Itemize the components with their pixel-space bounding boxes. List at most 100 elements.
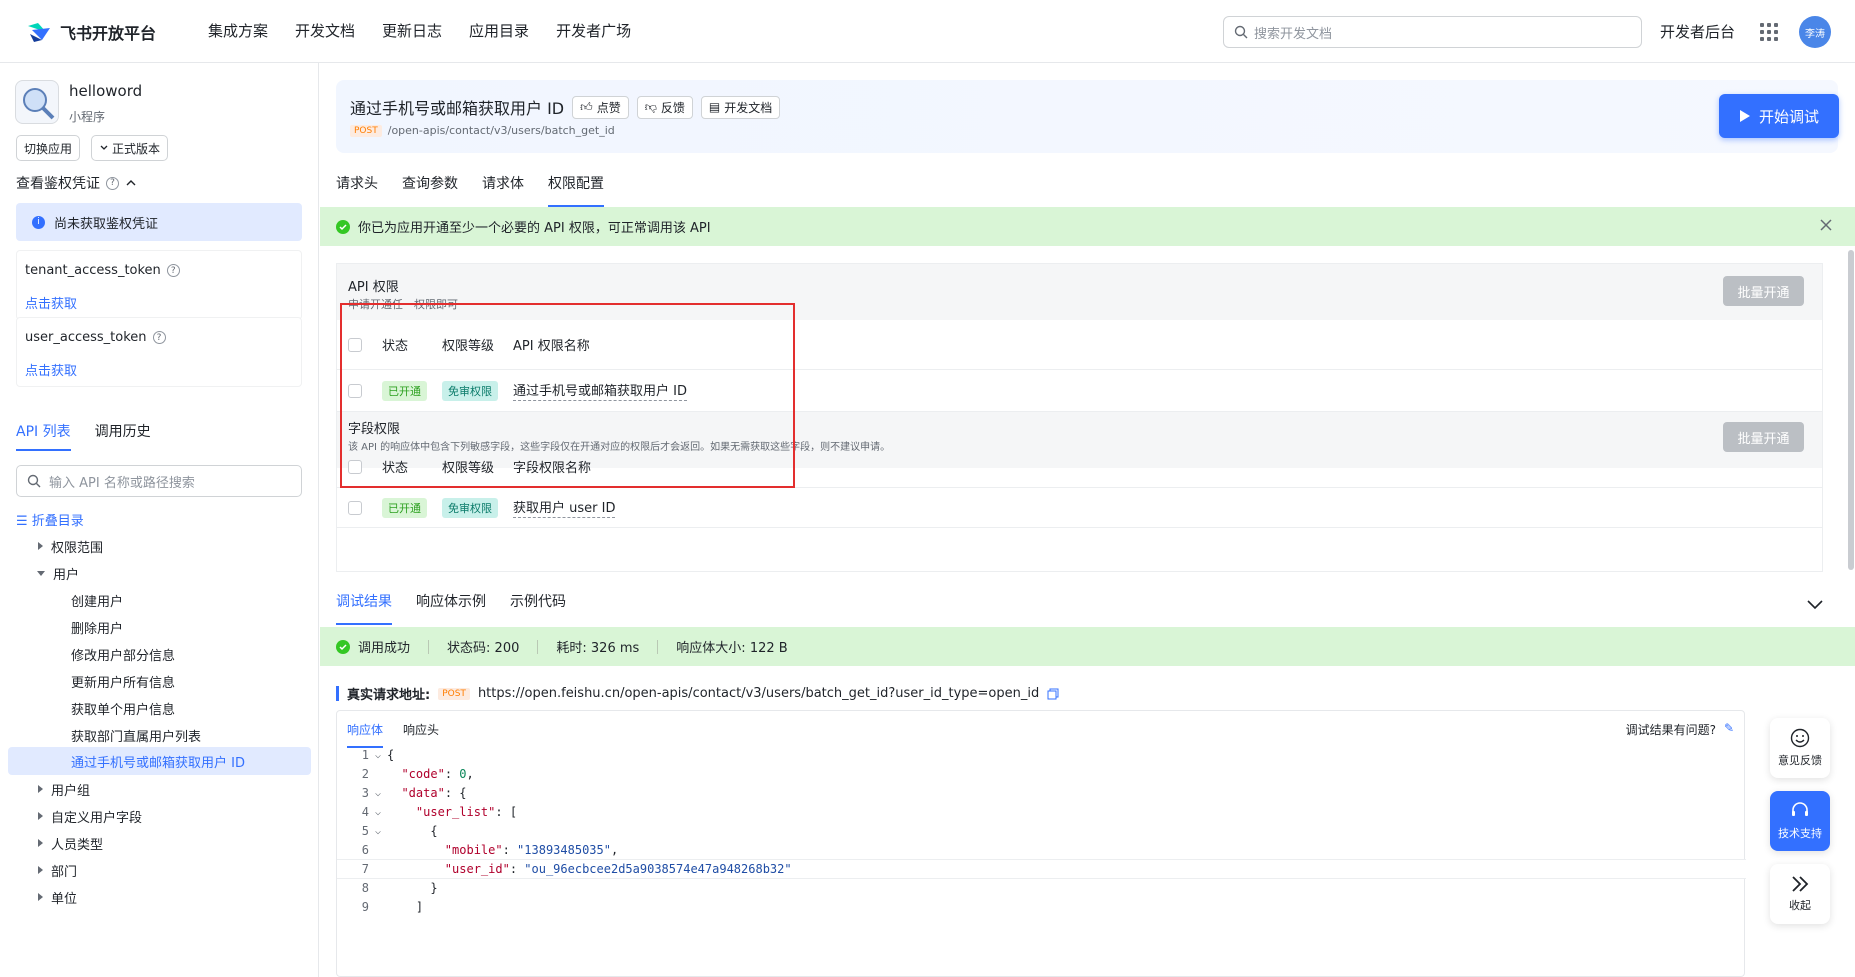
permission-success-text: 你已为应用开通至少一个必要的 API 权限，可正常调用该 API [358, 221, 711, 236]
tree-item-department[interactable]: 部门 [38, 856, 77, 884]
table-row: 已开通 免审权限 获取用户 user ID [337, 488, 1822, 528]
brand-logo[interactable]: 飞书开放平台 [26, 18, 156, 46]
tab-sample-code[interactable]: 示例代码 [510, 591, 566, 625]
tab-query[interactable]: 查询参数 [402, 173, 458, 208]
app-icon [15, 80, 59, 124]
caret-right-icon [38, 839, 43, 847]
doc-search-input[interactable]: 搜索开发文档 [1223, 16, 1642, 48]
feedback-float-button[interactable]: 意见反馈 [1770, 718, 1830, 778]
tenant-token-fetch-link[interactable]: 点击获取 [25, 293, 77, 312]
tab-api-list[interactable]: API 列表 [16, 421, 71, 451]
headset-icon [1792, 802, 1808, 816]
code-line: 7 "user_id": "ou_96ecbcee2d5a9038574e47a… [337, 859, 1746, 879]
like-button[interactable]: 👍︎ 点赞 [572, 95, 629, 119]
nav-docs[interactable]: 开发文档 [295, 20, 355, 41]
tree-item-patch-user[interactable]: 修改用户部分信息 [71, 640, 175, 668]
app-grid-icon[interactable] [1760, 23, 1778, 41]
help-icon[interactable]: ? [166, 264, 180, 277]
size-value: 122 B [749, 641, 788, 656]
tree-item-unit[interactable]: 单位 [38, 883, 77, 911]
tree-item-custom-field[interactable]: 自定义用户字段 [38, 802, 142, 830]
tab-response-headers[interactable]: 响应头 [403, 721, 439, 748]
fold-icon[interactable]: ⌵ [369, 788, 387, 799]
tree-item-dept-users[interactable]: 获取部门直属用户列表 [71, 721, 201, 749]
copy-icon[interactable] [1047, 688, 1059, 700]
switch-app-label: 切换应用 [24, 141, 73, 156]
credentials-toggle[interactable]: 查看鉴权凭证 ? [16, 173, 137, 193]
help-icon[interactable]: ? [106, 176, 119, 190]
code-line: 1 ⌵{ [361, 748, 395, 762]
tab-permissions[interactable]: 权限配置 [548, 173, 604, 208]
tree-item-group[interactable]: 用户组 [38, 775, 90, 803]
avatar[interactable]: 李涛 [1799, 16, 1831, 48]
tech-support-label: 技术支持 [1778, 827, 1822, 840]
call-success: 调用成功 [358, 641, 411, 656]
tree-item-create-user[interactable]: 创建用户 [71, 586, 123, 614]
info-icon: i [32, 215, 45, 229]
caret-right-icon [38, 893, 43, 901]
method-badge: POST [350, 124, 382, 137]
time-label: 耗时: [556, 641, 587, 656]
tenant-token-name: tenant_access_token [25, 263, 161, 278]
version-select[interactable]: 正式版本 [91, 135, 169, 161]
sidebar: helloword 小程序 切换应用 正式版本 查看鉴权凭证 ? i 尚未获取鉴… [0, 63, 319, 977]
docs-button[interactable]: ▤ 开发文档 [700, 95, 781, 119]
tree-item-employee-type[interactable]: 人员类型 [38, 829, 103, 857]
tree-item-user[interactable]: 用户 [37, 559, 79, 587]
feedback-float-label: 意见反馈 [1778, 754, 1822, 767]
nav-changelog[interactable]: 更新日志 [382, 20, 442, 41]
nav-app-directory[interactable]: 应用目录 [469, 20, 529, 41]
tree-item-get-user[interactable]: 获取单个用户信息 [71, 694, 175, 722]
batch-enable-button[interactable]: 批量开通 [1723, 276, 1804, 306]
code-line: 8 } [361, 881, 438, 895]
permission-name[interactable]: 获取用户 user ID [513, 497, 616, 518]
api-search-input[interactable]: 输入 API 名称或路径搜索 [16, 465, 302, 497]
tab-body[interactable]: 请求体 [482, 173, 524, 208]
tech-support-button[interactable]: 技术支持 [1770, 791, 1830, 851]
app-type: 小程序 [69, 110, 106, 124]
code-line: 9 ] [361, 900, 424, 914]
tab-call-history[interactable]: 调用历史 [95, 421, 151, 451]
feedback-button[interactable]: 👎︎ 反馈 [636, 95, 693, 119]
credential-notice: i 尚未获取鉴权凭证 [16, 203, 302, 241]
fold-icon[interactable]: ⌵ [369, 807, 387, 818]
status-code: 200 [494, 641, 520, 656]
dev-console-link[interactable]: 开发者后台 [1660, 21, 1735, 42]
collapse-float-button[interactable]: 收起 [1770, 864, 1830, 924]
credentials-title: 查看鉴权凭证 [16, 176, 100, 192]
tree-item-batch-get-id[interactable]: 通过手机号或邮箱获取用户 ID [8, 747, 311, 775]
collapse-tree-button[interactable]: ☰ 折叠目录 [16, 510, 84, 529]
highlight-box [340, 303, 795, 488]
switch-app-button[interactable]: 切换应用 [16, 135, 81, 161]
report-issue[interactable]: 调试结果有问题? ✎ [1626, 721, 1734, 738]
row-checkbox[interactable] [348, 500, 362, 515]
tab-response-body[interactable]: 响应体 [347, 721, 384, 748]
tree-item-label: 用户 [53, 567, 80, 583]
credential-notice-text: 尚未获取鉴权凭证 [54, 216, 159, 232]
tab-debug-result[interactable]: 调试结果 [336, 591, 392, 625]
tree-item-label: 创建用户 [71, 594, 124, 610]
nav-dev-square[interactable]: 开发者广场 [556, 20, 631, 41]
help-icon[interactable]: ? [152, 331, 166, 344]
api-title: 通过手机号或邮箱获取用户 ID [350, 99, 565, 118]
fold-icon[interactable]: ⌵ [369, 826, 387, 837]
start-debug-button[interactable]: 开始调试 [1719, 94, 1839, 138]
user-token-fetch-link[interactable]: 点击获取 [25, 360, 77, 379]
check-circle-icon [336, 639, 350, 654]
chevron-down-icon[interactable] [1807, 600, 1823, 610]
time-value: 326 ms [590, 641, 640, 656]
tree-item-scope[interactable]: 权限范围 [38, 532, 103, 560]
tree-item-update-user[interactable]: 更新用户所有信息 [71, 667, 175, 695]
tab-headers[interactable]: 请求头 [336, 173, 378, 208]
fold-icon[interactable]: ⌵ [369, 750, 387, 761]
code-line: 4 ⌵ "user_list": [ [361, 805, 518, 819]
call-status-bar: 调用成功 状态码: 200 耗时: 326 ms 响应体大小: 122 B [320, 627, 1855, 666]
vertical-scrollbar[interactable] [1848, 250, 1854, 570]
nav-solutions[interactable]: 集成方案 [208, 20, 268, 41]
close-icon[interactable] [1819, 218, 1833, 232]
caret-right-icon [38, 785, 43, 793]
play-icon [1739, 110, 1750, 122]
tree-item-label: 通过手机号或邮箱获取用户 ID [71, 755, 245, 771]
tab-response-example[interactable]: 响应体示例 [416, 591, 486, 625]
tree-item-delete-user[interactable]: 删除用户 [71, 613, 123, 641]
